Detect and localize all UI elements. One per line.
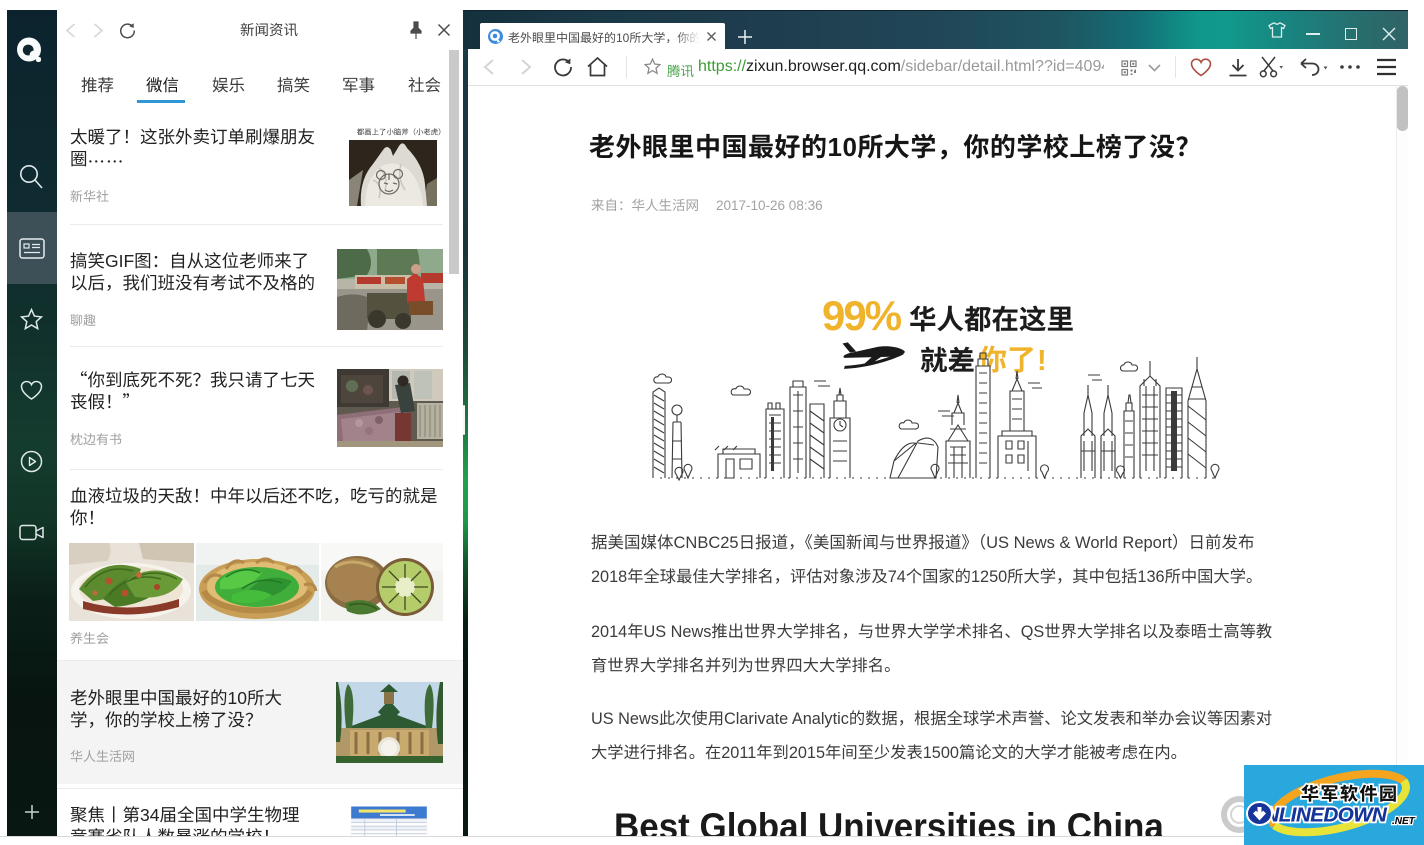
svg-text:!: ! [1037,345,1047,377]
svg-text:华人都在这里: 华人都在这里 [909,297,1074,337]
svg-text:.NET: .NET [1392,816,1416,827]
svg-text:华军软件园: 华军软件园 [1301,780,1399,806]
svg-text:99%: 99% [822,292,902,339]
svg-text:就差: 就差 [920,338,975,378]
